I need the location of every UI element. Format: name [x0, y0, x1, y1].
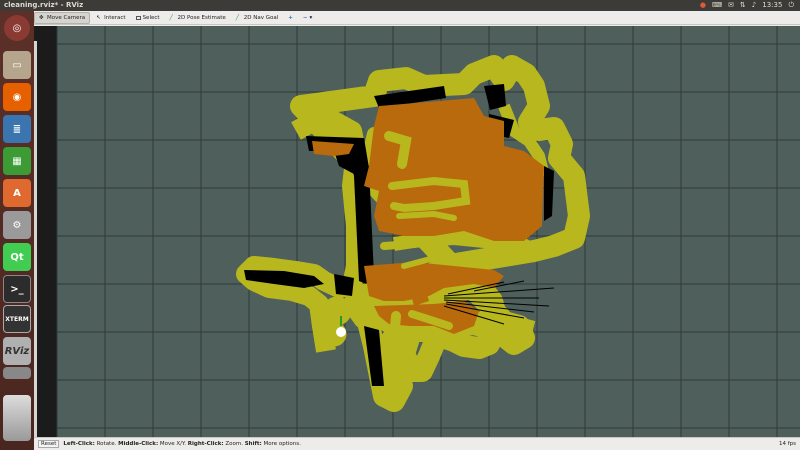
select-tool[interactable]: Select: [132, 12, 164, 24]
3d-viewport[interactable]: [34, 26, 800, 447]
robot-marker: [336, 327, 346, 337]
green-arrow-icon: ╱: [169, 14, 173, 21]
software-center-icon[interactable]: A: [3, 179, 31, 207]
firefox-icon[interactable]: ◉: [3, 83, 31, 111]
mail-icon[interactable]: ✉: [728, 0, 734, 11]
chevron-down-icon: ▾: [309, 14, 313, 21]
move-icon: ✥: [39, 14, 44, 21]
right-click-desc: Zoom.: [225, 441, 243, 447]
green-arrow-icon: ╱: [235, 14, 240, 21]
move-camera-label: Move Camera: [47, 14, 86, 21]
pose-estimate-tool[interactable]: ╱ 2D Pose Estimate: [166, 12, 230, 24]
keyboard-icon[interactable]: ⌨: [712, 0, 722, 11]
status-bar: Reset Left-Click: Rotate. Middle-Click: …: [34, 437, 800, 450]
map-display[interactable]: [34, 26, 800, 437]
ubuntu-dash-icon[interactable]: ◎: [4, 15, 30, 41]
pose-estimate-label: 2D Pose Estimate: [177, 14, 226, 21]
trash-icon[interactable]: [3, 395, 31, 441]
select-icon: [135, 15, 141, 20]
middle-click-desc: Move X/Y.: [159, 441, 187, 447]
middle-click-label: Middle-Click:: [118, 441, 159, 447]
shift-desc: More options.: [263, 441, 301, 447]
remove-tool-button[interactable]: − ▾: [299, 12, 316, 24]
interact-label: Interact: [104, 14, 126, 21]
minus-icon: −: [302, 14, 308, 21]
workspace-switcher-icon[interactable]: [3, 367, 31, 379]
right-click-label: Right-Click:: [187, 441, 224, 447]
calc-icon[interactable]: ▦: [3, 147, 31, 175]
writer-icon[interactable]: ≣: [3, 115, 31, 143]
reset-button[interactable]: Reset: [38, 440, 60, 448]
top-panel: cleaning.rviz* - RViz ● ⌨ ✉ ⇅ ♪ 13:35 ⏻: [0, 0, 800, 11]
power-icon[interactable]: ⏻: [788, 0, 794, 11]
system-tray: ● ⌨ ✉ ⇅ ♪ 13:35 ⏻: [700, 0, 794, 11]
select-label: Select: [142, 14, 160, 21]
left-click-desc: Rotate.: [96, 441, 117, 447]
nav-goal-label: 2D Nav Goal: [243, 14, 279, 21]
interact-tool[interactable]: ↖ Interact: [92, 12, 129, 24]
rviz-window: ✥ Move Camera ↖ Interact Select ╱ 2D Pos…: [34, 11, 800, 450]
window-title: cleaning.rviz* - RViz: [4, 1, 84, 9]
clock[interactable]: 13:35: [762, 0, 782, 11]
dropbox-icon[interactable]: ●: [700, 0, 706, 11]
qt-creator-icon[interactable]: Qt: [3, 243, 31, 271]
network-icon[interactable]: ⇅: [740, 0, 746, 11]
xterm-icon[interactable]: XTERM: [3, 305, 31, 333]
left-panel-handle[interactable]: [34, 41, 37, 447]
add-tool-button[interactable]: +: [284, 12, 297, 24]
settings-icon[interactable]: ⚙: [3, 211, 31, 239]
fps-counter: 14 fps: [778, 441, 796, 447]
cursor-icon: ↖: [96, 14, 101, 21]
volume-icon[interactable]: ♪: [752, 0, 756, 11]
plus-icon: +: [288, 14, 293, 21]
left-click-label: Left-Click:: [63, 441, 95, 447]
move-camera-tool[interactable]: ✥ Move Camera: [34, 11, 91, 24]
rviz-toolbar: ✥ Move Camera ↖ Interact Select ╱ 2D Pos…: [34, 11, 800, 25]
nav-goal-tool[interactable]: ╱ 2D Nav Goal: [232, 12, 283, 24]
terminal-icon[interactable]: >_: [3, 275, 31, 303]
shift-label: Shift:: [244, 441, 262, 447]
rviz-icon[interactable]: RViz: [3, 337, 31, 365]
files-icon[interactable]: ▭: [3, 51, 31, 79]
launcher: ◎ ▭ ◉ ≣ ▦ A ⚙ Qt >_ XTERM RViz: [0, 11, 34, 450]
